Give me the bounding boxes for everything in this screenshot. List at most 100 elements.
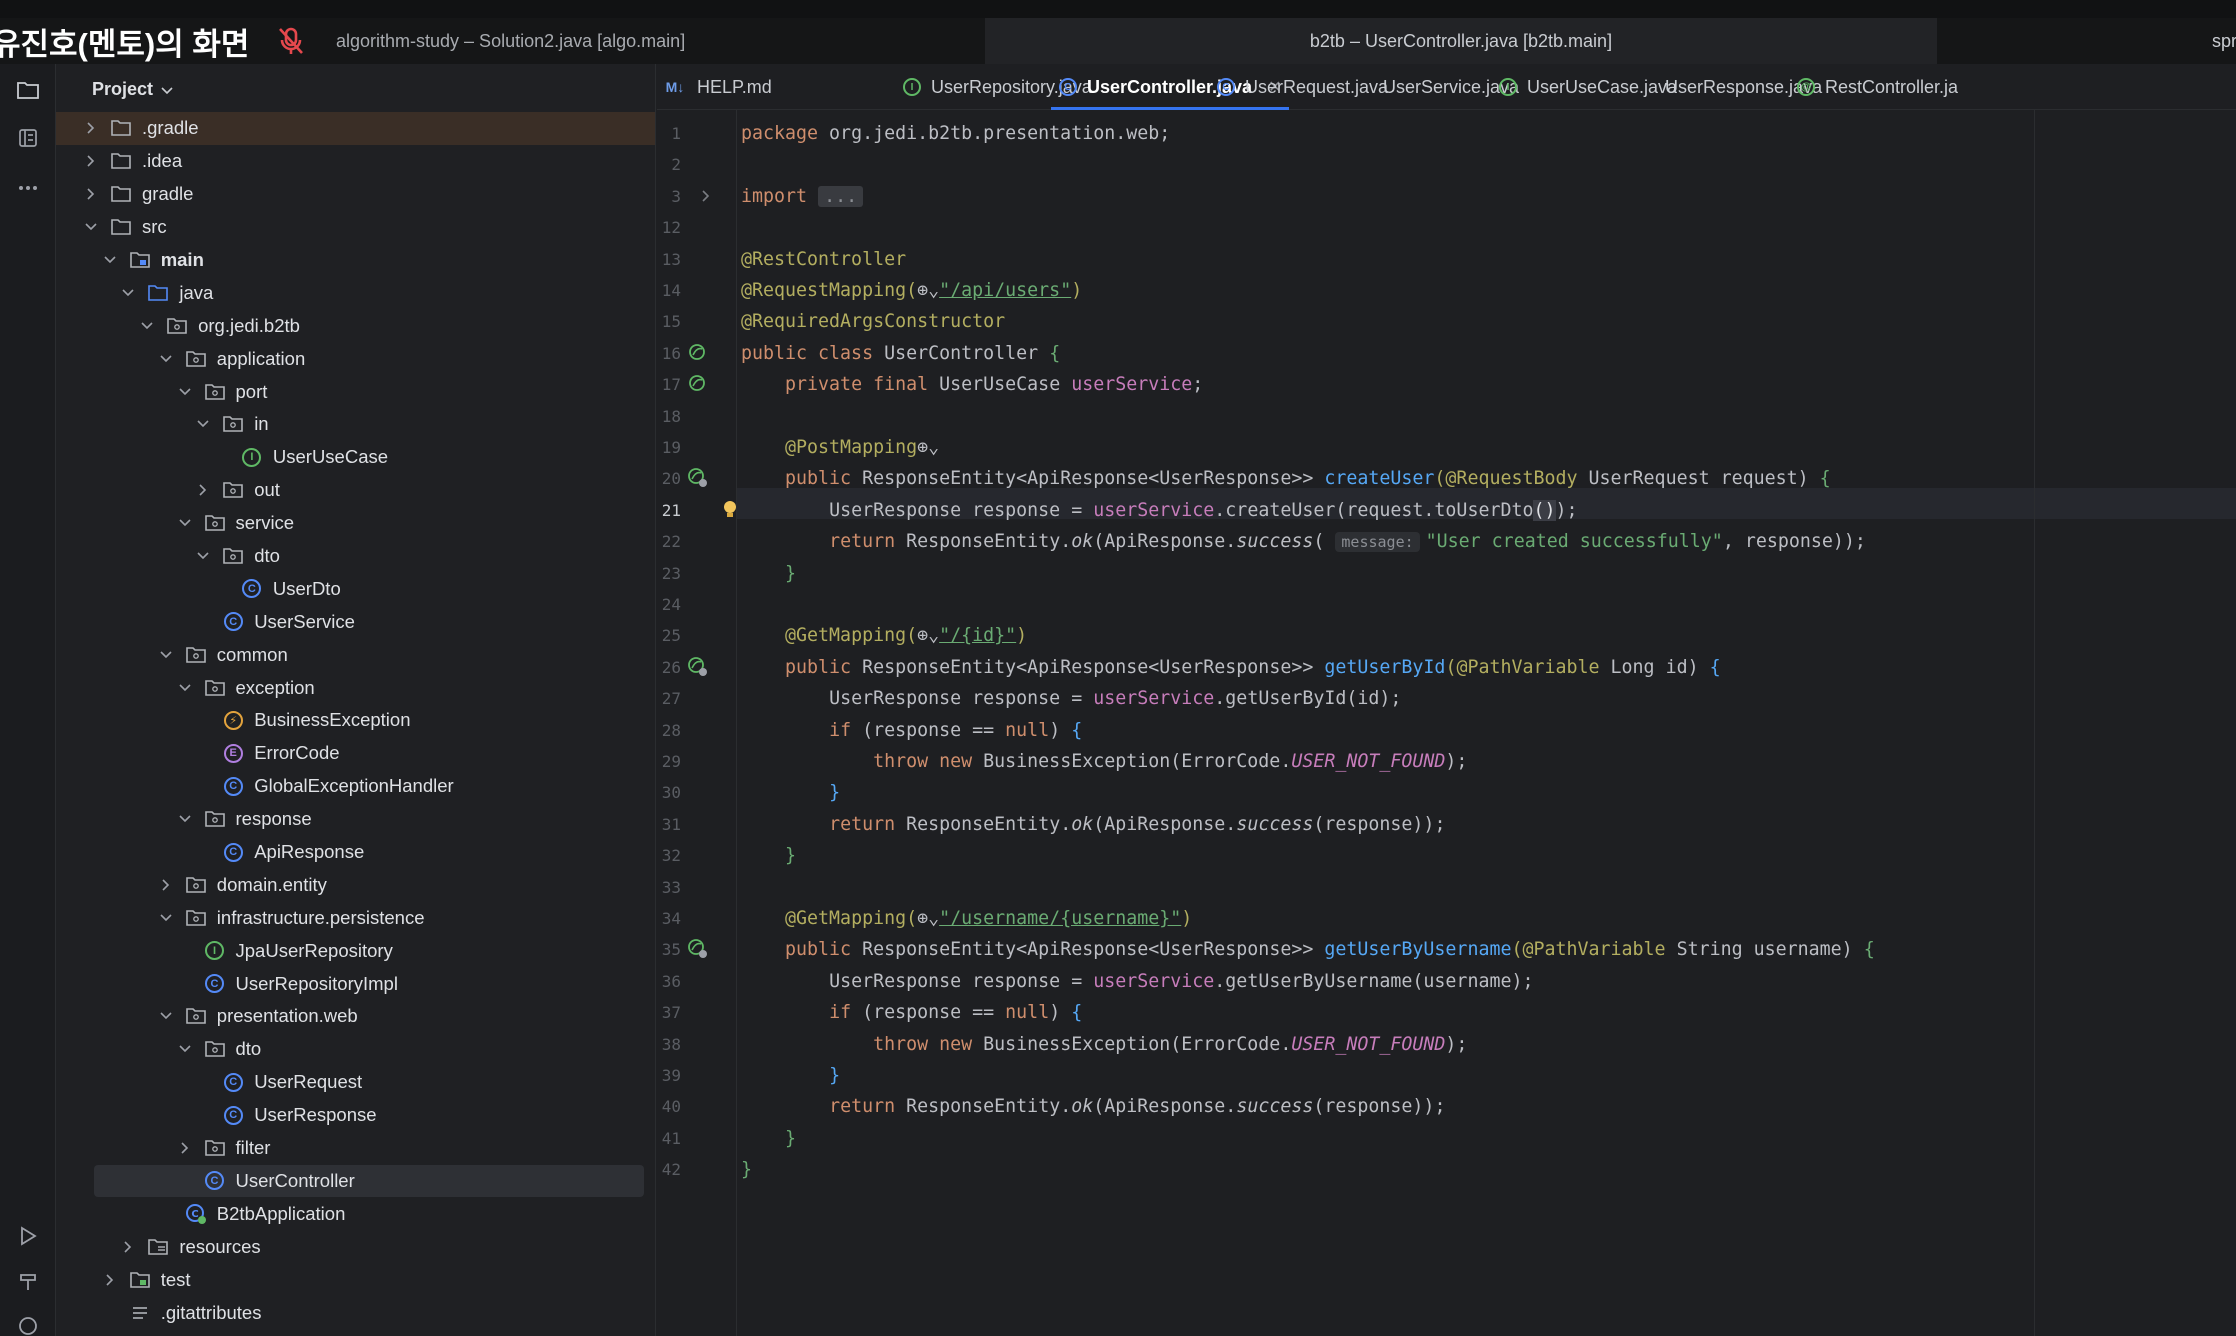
code-line[interactable]: UserResponse response = userService.getU…: [741, 683, 1401, 714]
code-line[interactable]: }: [741, 777, 840, 808]
code-line[interactable]: }: [741, 840, 796, 871]
chevron-right-icon[interactable]: [103, 1273, 117, 1287]
code-line[interactable]: import ...: [741, 181, 864, 212]
tree-item[interactable]: dto: [56, 540, 655, 573]
tree-item[interactable]: C UserDto: [56, 572, 655, 605]
chevron-down-icon[interactable]: [103, 253, 117, 267]
code-line[interactable]: }: [741, 558, 796, 589]
chevron-down-icon[interactable]: [178, 516, 192, 530]
tree-item[interactable]: filter: [56, 1132, 655, 1165]
chevron-down-icon[interactable]: [178, 1042, 192, 1056]
chevron-down-icon[interactable]: [178, 681, 192, 695]
tree-item[interactable]: gradle: [56, 178, 655, 211]
code-line[interactable]: throw new BusinessException(ErrorCode.US…: [741, 746, 1467, 777]
code-line[interactable]: return ResponseEntity.ok(ApiResponse.suc…: [741, 1091, 1445, 1122]
code-line[interactable]: }: [741, 1060, 840, 1091]
tree-item[interactable]: E ErrorCode: [56, 737, 655, 770]
structure-icon[interactable]: [14, 124, 42, 152]
chevron-right-icon[interactable]: [178, 1141, 192, 1155]
editor-tab[interactable]: @ RestController.ja: [1797, 64, 1958, 110]
tree-item[interactable]: java: [56, 276, 655, 309]
chevron-right-icon[interactable]: [196, 483, 210, 497]
tree-item[interactable]: C UserController: [94, 1164, 644, 1198]
tree-item[interactable]: C UserService: [56, 605, 655, 638]
code-line[interactable]: if (response == null) {: [741, 997, 1082, 1028]
chevron-right-icon[interactable]: [84, 187, 98, 201]
code-line[interactable]: private final UserUseCase userService;: [741, 369, 1203, 400]
chevron-down-icon[interactable]: [121, 286, 135, 300]
chevron-down-icon[interactable]: [84, 220, 98, 234]
chevron-down-icon[interactable]: [178, 812, 192, 826]
spring-endpoint-icon[interactable]: [687, 467, 709, 489]
code-line[interactable]: if (response == null) {: [741, 715, 1082, 746]
window-tab-algorithm-study[interactable]: algorithm-study – Solution2.java [algo.m…: [336, 18, 685, 64]
tree-item[interactable]: ⚡ BusinessException: [56, 704, 655, 737]
build-icon[interactable]: [14, 1268, 42, 1296]
spring-endpoint-icon[interactable]: [687, 656, 709, 678]
window-tab-b2tb[interactable]: b2tb – UserController.java [b2tb.main]: [985, 18, 1937, 64]
lightbulb-icon[interactable]: [719, 499, 741, 521]
spring-bean-icon[interactable]: [687, 342, 709, 364]
tree-item[interactable]: presentation.web: [56, 1000, 655, 1033]
code-line[interactable]: @RequiredArgsConstructor: [741, 306, 1005, 337]
run-icon[interactable]: [14, 1222, 42, 1250]
code-line[interactable]: public ResponseEntity<ApiResponse<UserRe…: [741, 652, 1721, 683]
chevron-right-icon[interactable]: [84, 154, 98, 168]
tree-item[interactable]: .idea: [56, 145, 655, 178]
tree-item[interactable]: C UserResponse: [56, 1099, 655, 1132]
editor-tab[interactable]: M↓ HELP.md: [663, 64, 772, 110]
tree-item[interactable]: in: [56, 408, 655, 441]
tree-item[interactable]: resources: [56, 1230, 655, 1263]
tree-item[interactable]: response: [56, 803, 655, 836]
code-line[interactable]: return ResponseEntity.ok(ApiResponse.suc…: [741, 526, 1866, 557]
tree-item[interactable]: out: [56, 474, 655, 507]
chevron-down-icon[interactable]: [159, 352, 173, 366]
code-line[interactable]: public ResponseEntity<ApiResponse<UserRe…: [741, 934, 1875, 965]
chevron-down-icon[interactable]: [159, 1009, 173, 1023]
chevron-right-icon[interactable]: [121, 1240, 135, 1254]
code-line[interactable]: @PostMapping⊕⌄: [741, 432, 939, 463]
chevron-down-icon[interactable]: [140, 319, 154, 333]
code-line[interactable]: UserResponse response = userService.crea…: [741, 495, 1578, 526]
chevron-right-icon[interactable]: [84, 121, 98, 135]
project-folder-icon[interactable]: [14, 76, 42, 104]
tree-item[interactable]: I JpaUserRepository: [56, 934, 655, 967]
tree-item[interactable]: main: [56, 244, 655, 277]
tree-item[interactable]: I UserUseCase: [56, 441, 655, 474]
code-line[interactable]: public class UserController {: [741, 338, 1060, 369]
chevron-right-icon[interactable]: [159, 878, 173, 892]
tree-item[interactable]: .gitattributes: [56, 1296, 655, 1329]
tree-item[interactable]: port: [56, 375, 655, 408]
tree-item[interactable]: src: [56, 211, 655, 244]
project-header[interactable]: Project: [92, 74, 173, 104]
editor-tab[interactable]: I UserUseCase.java: [1499, 64, 1677, 110]
fold-expand-icon[interactable]: [695, 185, 717, 207]
tree-item[interactable]: common: [56, 638, 655, 671]
tree-item[interactable]: org.jedi.b2tb: [56, 309, 655, 342]
tree-item[interactable]: domain.entity: [56, 868, 655, 901]
tree-item[interactable]: C B2tbApplication: [56, 1197, 655, 1230]
tree-item[interactable]: test: [56, 1263, 655, 1296]
window-tab-spr[interactable]: spr: [2212, 18, 2236, 64]
spring-endpoint-icon[interactable]: [687, 938, 709, 960]
chevron-down-icon[interactable]: [178, 385, 192, 399]
code-line[interactable]: @GetMapping(⊕⌄"/username/{username}"): [741, 903, 1192, 934]
tree-item[interactable]: .gradle: [56, 112, 655, 145]
code-line[interactable]: UserResponse response = userService.getU…: [741, 966, 1533, 997]
code-line[interactable]: public ResponseEntity<ApiResponse<UserRe…: [741, 463, 1831, 494]
code-line[interactable]: @GetMapping(⊕⌄"/{id}"): [741, 620, 1027, 651]
code-line[interactable]: @RestController: [741, 244, 906, 275]
code-editor[interactable]: 1 2 3 12 13 14 15 16 17 18 19 20 21 22 23 24 25 26 27 28 29 3…: [657, 110, 2236, 1336]
tree-item[interactable]: C UserRequest: [56, 1066, 655, 1099]
tree-item[interactable]: C ApiResponse: [56, 836, 655, 869]
chevron-down-icon[interactable]: [196, 417, 210, 431]
spring-bean-icon[interactable]: [687, 373, 709, 395]
tree-item[interactable]: application: [56, 342, 655, 375]
chevron-down-icon[interactable]: [196, 549, 210, 563]
code-line[interactable]: return ResponseEntity.ok(ApiResponse.suc…: [741, 809, 1445, 840]
terminal-icon[interactable]: [14, 1312, 42, 1336]
code-line[interactable]: }: [741, 1123, 796, 1154]
tree-item[interactable]: infrastructure.persistence: [56, 901, 655, 934]
chevron-down-icon[interactable]: [159, 648, 173, 662]
code-line[interactable]: throw new BusinessException(ErrorCode.US…: [741, 1029, 1467, 1060]
